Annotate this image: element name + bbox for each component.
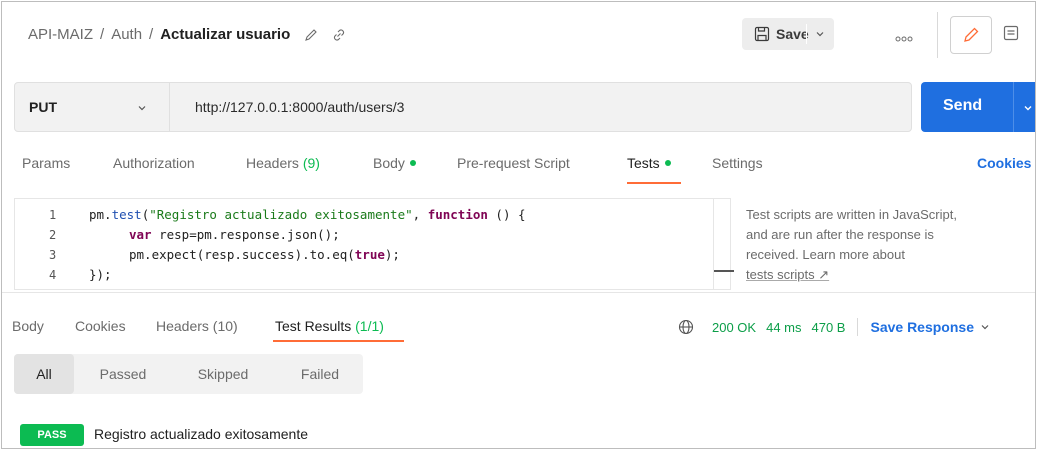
response-divider (2, 292, 1035, 293)
response-size[interactable]: 470 B (812, 320, 846, 335)
editor-resize-handle[interactable] (714, 270, 734, 272)
code-line-3: pm.expect(resp.success).to.eq(true); (129, 247, 400, 262)
pencil-icon[interactable] (950, 16, 992, 54)
test-script-editor[interactable]: 1 2 3 4 pm.test("Registro actualizado ex… (14, 198, 731, 290)
active-tab-indicator (627, 182, 681, 184)
breadcrumb-separator: / (149, 26, 154, 43)
link-icon[interactable] (332, 28, 346, 42)
filter-all[interactable]: All (14, 354, 74, 394)
tab-test-results[interactable]: Test Results (1/1) (275, 318, 384, 334)
postman-request-panel: API-MAIZ / Auth / Actualizar usuario Sav… (1, 1, 1036, 449)
url-input[interactable]: http://127.0.0.1:8000/auth/users/3 (195, 99, 404, 115)
request-title[interactable]: Actualizar usuario (160, 26, 290, 43)
breadcrumb-collection[interactable]: API-MAIZ (28, 26, 93, 43)
tab-test-results-label: Test Results (275, 318, 352, 334)
tab-response-body[interactable]: Body (12, 318, 44, 334)
header-divider (937, 12, 938, 58)
save-divider (806, 24, 807, 44)
test-result-filter: All Passed Skipped Failed (14, 354, 363, 394)
save-button-label: Save (776, 26, 809, 42)
ellipsis-icon[interactable] (895, 30, 913, 46)
chevron-down-icon[interactable] (1022, 101, 1034, 117)
breadcrumb-folder[interactable]: Auth (111, 26, 142, 43)
save-icon (754, 26, 770, 42)
active-tab-indicator (273, 340, 404, 342)
line-number: 4 (49, 268, 57, 282)
response-status-bar: 200 OK 44 ms 470 B Save Response (678, 318, 990, 336)
pass-badge: PASS (20, 424, 84, 446)
request-tabs: Params Authorization Headers (9) Body Pr… (2, 146, 1035, 190)
breadcrumb: API-MAIZ / Auth / Actualizar usuario (28, 26, 346, 43)
test-result-name: Registro actualizado exitosamente (94, 426, 309, 442)
url-divider (169, 83, 170, 131)
code-line-2: var resp=pm.response.json(); (129, 227, 340, 242)
modified-dot-icon (664, 160, 671, 166)
line-number: 3 (49, 248, 57, 262)
method-select[interactable]: PUT (15, 83, 169, 131)
tab-settings[interactable]: Settings (712, 155, 763, 171)
tab-headers-count: (9) (302, 155, 320, 171)
filter-failed[interactable]: Failed (282, 354, 358, 394)
edit-title-icon[interactable] (304, 28, 318, 42)
tab-response-headers[interactable]: Headers (10) (156, 318, 238, 334)
url-bar: PUT http://127.0.0.1:8000/auth/users/3 (14, 82, 912, 132)
send-button-label: Send (943, 97, 983, 114)
save-button[interactable]: Save (742, 18, 834, 50)
tab-tests-label: Tests (627, 155, 660, 171)
tab-headers-label: Headers (246, 155, 299, 171)
request-header: API-MAIZ / Auth / Actualizar usuario Sav… (2, 2, 1035, 70)
chevron-down-icon (136, 101, 148, 117)
tab-headers[interactable]: Headers (9) (246, 155, 320, 171)
filter-passed[interactable]: Passed (82, 354, 164, 394)
tab-prerequest-script[interactable]: Pre-request Script (457, 155, 570, 171)
save-response-button[interactable]: Save Response (870, 319, 974, 335)
globe-icon[interactable] (678, 319, 694, 335)
help-line: Test scripts are written in JavaScript, (746, 207, 957, 222)
tab-authorization[interactable]: Authorization (113, 155, 195, 171)
status-code[interactable]: 200 OK (712, 320, 756, 335)
tab-body[interactable]: Body (373, 155, 416, 171)
filter-skipped[interactable]: Skipped (174, 354, 272, 394)
cookies-link[interactable]: Cookies (977, 155, 1031, 171)
chevron-down-icon[interactable] (980, 322, 990, 332)
line-gutter: 1 2 3 4 (15, 199, 77, 289)
test-help-text: Test scripts are written in JavaScript, … (746, 205, 1026, 285)
line-number: 1 (49, 208, 57, 222)
method-label: PUT (29, 99, 57, 115)
help-line: and are run after the response is (746, 227, 934, 242)
tab-tests[interactable]: Tests (627, 155, 671, 171)
document-icon[interactable] (1002, 24, 1020, 45)
modified-dot-icon (409, 160, 416, 166)
tab-body-label: Body (373, 155, 405, 171)
help-line: received. Learn more about (746, 247, 905, 262)
tab-test-results-count: (1/1) (355, 318, 384, 334)
response-time[interactable]: 44 ms (766, 320, 801, 335)
tab-params[interactable]: Params (22, 155, 70, 171)
send-divider (1013, 82, 1014, 132)
editor-scrollbar[interactable] (713, 199, 730, 289)
chevron-down-icon[interactable] (814, 27, 826, 43)
tests-scripts-link[interactable]: tests scripts ↗ (746, 265, 1026, 285)
status-divider (857, 318, 859, 336)
send-button[interactable]: Send (921, 82, 1035, 132)
line-number: 2 (49, 228, 57, 242)
code-line-4: }); (89, 267, 112, 282)
breadcrumb-separator: / (100, 26, 105, 43)
tab-response-cookies[interactable]: Cookies (75, 318, 126, 334)
code-line-1: pm.test("Registro actualizado exitosamen… (89, 207, 526, 222)
